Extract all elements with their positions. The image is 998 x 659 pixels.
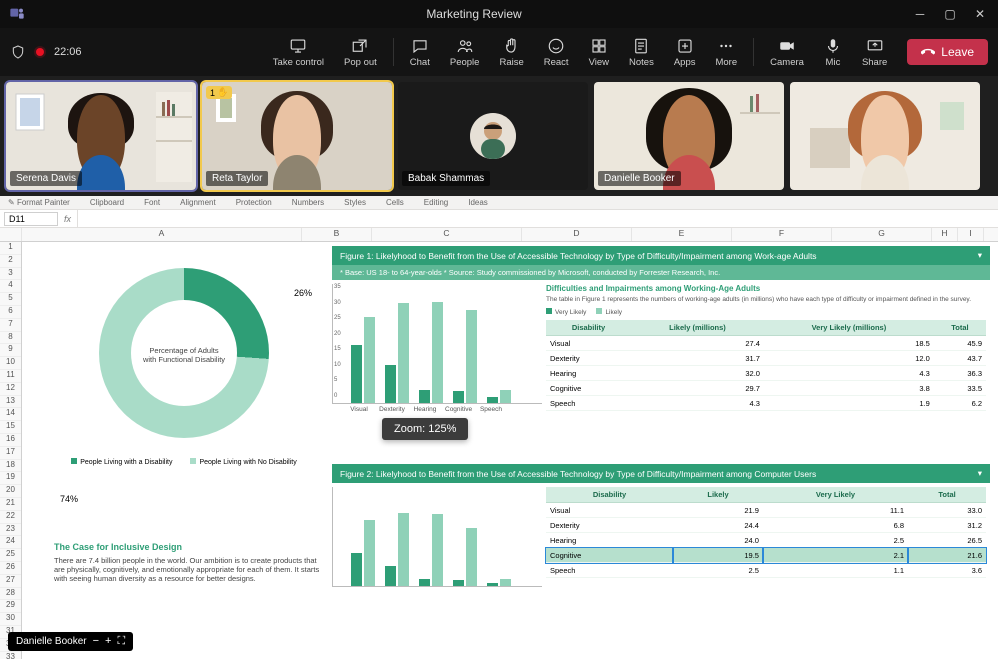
participant-name-label: Serena Davis	[10, 171, 82, 186]
toolbar-divider	[393, 38, 394, 66]
share-button[interactable]: Share	[852, 37, 897, 68]
collapse-icon[interactable]: ▾	[978, 468, 982, 479]
figure-2-bar-chart	[332, 487, 542, 587]
notes-icon	[632, 37, 650, 55]
case-for-inclusive-design: The Case for Inclusive Design There are …	[54, 542, 324, 583]
participant-name-label: Danielle Booker	[598, 171, 681, 186]
call-timer: 22:06	[54, 46, 82, 58]
leave-button[interactable]: Leave	[907, 39, 988, 65]
participant-name-label: Babak Shammas	[402, 171, 490, 186]
formula-input[interactable]	[77, 210, 998, 227]
chat-button[interactable]: Chat	[400, 37, 440, 68]
fx-icon: fx	[58, 214, 77, 224]
apps-icon	[676, 37, 694, 55]
participant-name-label: Reta Taylor	[206, 171, 268, 186]
participant-tile-serena[interactable]: Serena Davis	[6, 82, 196, 190]
pop-out-icon	[351, 37, 369, 55]
participant-tile-reta[interactable]: 1 ✋ Reta Taylor	[202, 82, 392, 190]
participant-tile-babak[interactable]: Babak Shammas	[398, 82, 588, 190]
column-headers: A B C D E F G H I	[0, 228, 998, 242]
take-control-button[interactable]: Take control	[263, 37, 334, 68]
shared-screen-area[interactable]: ✎ Format Painter ClipboardFontAlignmentP…	[0, 196, 998, 659]
mic-button[interactable]: Mic	[814, 37, 852, 68]
people-icon	[456, 37, 474, 55]
excel-ribbon: ✎ Format Painter ClipboardFontAlignmentP…	[0, 196, 998, 210]
meeting-toolbar: 22:06 Take control Pop out Chat People R…	[0, 28, 998, 76]
row-headers: 1234567891011121314151617181920212223242…	[0, 242, 22, 659]
formula-bar: D11 fx	[0, 210, 998, 228]
view-button[interactable]: View	[579, 37, 619, 68]
camera-icon	[778, 37, 796, 55]
figure-1-table: DisabilityLikely (millions)Very Likely (…	[546, 320, 986, 411]
zoom-in-button[interactable]: +	[105, 635, 111, 648]
teams-app-icon	[8, 5, 26, 23]
window-maximize-button[interactable]: ▢	[944, 8, 956, 20]
mic-icon	[824, 37, 842, 55]
collapse-icon[interactable]: ▾	[978, 250, 982, 261]
figure-1: Figure 1: Likelyhood to Benefit from the…	[332, 246, 990, 413]
presenter-label: Danielle Booker − + ⛶	[8, 632, 133, 651]
hand-raised-badge: 1 ✋	[206, 86, 232, 99]
avatar-icon	[470, 113, 516, 159]
monitor-icon	[289, 37, 307, 55]
raise-hand-button[interactable]: Raise	[489, 37, 533, 68]
participant-tile-5[interactable]	[790, 82, 980, 190]
notes-button[interactable]: Notes	[619, 37, 664, 68]
apps-button[interactable]: Apps	[664, 37, 706, 68]
share-icon	[866, 37, 884, 55]
leave-icon	[921, 45, 935, 59]
participant-tile-danielle[interactable]: Danielle Booker	[594, 82, 784, 190]
donut-legend: People Living with a Disability People L…	[54, 458, 314, 466]
donut-label-74: 74%	[60, 494, 78, 504]
raise-hand-icon	[503, 37, 521, 55]
zoom-out-button[interactable]: −	[93, 635, 99, 648]
window-minimize-button[interactable]: ─	[914, 8, 926, 20]
fit-to-window-button[interactable]: ⛶	[117, 635, 125, 648]
more-icon	[717, 37, 735, 55]
chat-icon	[411, 37, 429, 55]
recording-indicator-icon	[36, 48, 44, 56]
figure-1-bar-chart: 35302520151050 VisualDexterityHearingCog…	[332, 284, 542, 413]
pop-out-button[interactable]: Pop out	[334, 37, 387, 68]
people-button[interactable]: People	[440, 37, 490, 68]
title-bar: Marketing Review ─ ▢ ✕	[0, 0, 998, 28]
more-button[interactable]: More	[705, 37, 747, 68]
spreadsheet-grid[interactable]: A B C D E F G H I 1234567891011121314151…	[0, 228, 998, 659]
figure-2: Figure 2: Likelyhood to Benefit from the…	[332, 464, 990, 587]
react-button[interactable]: React	[534, 37, 579, 68]
donut-label-26: 26%	[294, 288, 312, 298]
toolbar-divider	[753, 38, 754, 66]
grid-icon	[590, 37, 608, 55]
zoom-toast: Zoom: 125%	[382, 418, 468, 440]
donut-chart: Percentage of Adults with Functional Dis…	[54, 258, 314, 528]
shield-icon	[10, 44, 26, 60]
camera-button[interactable]: Camera	[760, 37, 814, 68]
figure-2-table: DisabilityLikelyVery LikelyTotalVisual21…	[546, 487, 986, 578]
name-box[interactable]: D11	[4, 212, 58, 226]
window-close-button[interactable]: ✕	[974, 8, 986, 20]
participant-video-row: Serena Davis 1 ✋ Reta Taylor Babak Shamm…	[0, 76, 998, 196]
smile-icon	[547, 37, 565, 55]
window-title: Marketing Review	[34, 7, 914, 21]
